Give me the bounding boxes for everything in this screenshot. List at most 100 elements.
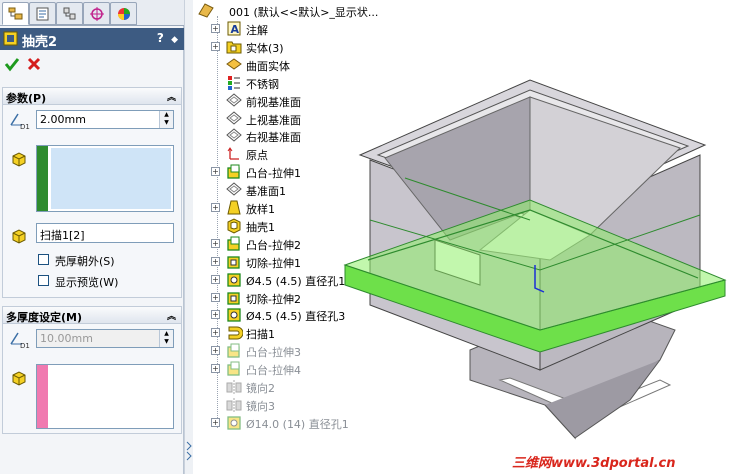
surface-bodies-icon	[225, 56, 243, 73]
cancel-x-icon[interactable]	[26, 56, 42, 72]
display-manager-icon	[118, 8, 130, 20]
tab-feature-manager[interactable]	[2, 2, 29, 25]
tree-item-label: 实体(3)	[246, 41, 284, 55]
tree-item-label: 基准面1	[246, 185, 286, 199]
panel-splitter[interactable]	[184, 0, 193, 474]
tree-item-label: 注解	[246, 24, 268, 37]
selected-faces-field[interactable]: 扫描1[2]	[36, 223, 174, 243]
configuration-icon	[63, 7, 76, 20]
extrude-boss-icon	[225, 163, 243, 180]
origin-icon	[225, 145, 243, 162]
tree-item-label: 镜向2	[246, 382, 275, 395]
expand-toggle-icon[interactable]: +	[211, 24, 220, 33]
multi-thickness-faces-list[interactable]	[36, 364, 174, 429]
annotation-icon: A	[225, 20, 243, 37]
collapse-chevron-icon[interactable]: ︽	[167, 90, 176, 103]
thickness-dimension-icon: D1	[10, 113, 30, 130]
extrude-boss-icon	[225, 235, 243, 252]
expand-toggle-icon[interactable]: +	[211, 346, 220, 356]
part-icon	[198, 3, 214, 18]
plane-icon	[225, 127, 243, 144]
tree-item-label: 镜向3	[246, 399, 275, 413]
tree-item-label: 凸台-拉伸4	[246, 364, 301, 378]
tree-item-label: 上视基准面	[246, 113, 301, 127]
show-preview-label: 显示预览(W)	[55, 276, 119, 289]
svg-text:D1: D1	[20, 342, 30, 349]
extrude-cut-icon	[225, 289, 243, 306]
crosshair-icon	[90, 7, 104, 21]
parameters-group-header[interactable]: 参数(P) ︽	[2, 87, 182, 105]
multi-thickness-spinbox[interactable]: 10.00mm ▲ ▼	[36, 329, 174, 348]
help-button[interactable]: ?	[157, 31, 164, 45]
hole-icon	[225, 414, 243, 431]
expand-toggle-icon[interactable]: +	[211, 238, 220, 248]
multi-thickness-group-header[interactable]: 多厚度设定(M) ︽	[2, 306, 182, 324]
thickness-value: 2.00mm	[40, 113, 86, 126]
shell-feature-icon	[3, 31, 18, 46]
thickness-spinbox[interactable]: 2.00mm ▲ ▼	[36, 110, 174, 129]
faces-to-remove-icon	[12, 152, 26, 167]
multi-thickness-group-body: D1 10.00mm ▲ ▼	[2, 324, 182, 434]
material-icon	[225, 74, 243, 91]
expand-toggle-icon[interactable]: +	[211, 364, 220, 374]
spin-arrows[interactable]: ▲ ▼	[159, 111, 173, 128]
extrude-boss-icon	[225, 360, 243, 377]
expand-toggle-icon[interactable]: +	[211, 310, 220, 320]
manager-tabs	[0, 0, 184, 26]
svg-text:D1: D1	[20, 123, 30, 130]
expand-toggle-icon[interactable]: +	[211, 292, 220, 302]
shell-outward-label: 壳厚朝外(S)	[55, 255, 115, 268]
loft-icon	[225, 199, 243, 216]
shell-outward-checkbox[interactable]: 壳厚朝外(S)	[38, 253, 168, 268]
tree-item-label: 放样1	[246, 203, 275, 216]
spin-arrows[interactable]: ▲ ▼	[159, 330, 173, 347]
tab-display-manager[interactable]	[110, 2, 137, 25]
extrude-cut-icon	[225, 253, 243, 270]
tab-dimxpert[interactable]	[83, 2, 110, 25]
faces-selected-icon	[12, 229, 26, 244]
svg-text:A: A	[231, 23, 240, 36]
expand-toggle-icon[interactable]: +	[211, 328, 220, 338]
feature-title: 抽壳2	[22, 35, 58, 50]
tree-item-label: 右视基准面	[246, 131, 301, 145]
site-watermark: 三维网www.3dportal.cn	[512, 456, 676, 471]
splitter-grip-icon	[186, 441, 192, 461]
tree-item-label: 扫描1	[246, 328, 275, 342]
tree-item-label: 凸台-拉伸3	[246, 346, 301, 360]
tab-configuration-manager[interactable]	[56, 2, 83, 25]
extrude-boss-icon	[225, 342, 243, 359]
expand-toggle-icon[interactable]: +	[211, 167, 220, 177]
tree-item-label: 原点	[246, 149, 268, 163]
tree-item-label: 抽壳1	[246, 220, 275, 234]
expand-toggle-icon[interactable]: +	[211, 203, 220, 212]
sweep-icon	[225, 324, 244, 341]
expand-toggle-icon[interactable]: +	[211, 274, 220, 284]
property-manager-panel: 抽壳2 ? ◆ 参数(P) ︽ D1 2.00mm ▲ ▼ 扫描1[2] 壳厚朝外…	[0, 0, 184, 474]
collapse-chevron-icon[interactable]: ︽	[167, 309, 176, 322]
3d-model-viewport[interactable]	[330, 60, 730, 460]
multi-thickness-faces-icon	[12, 371, 26, 386]
hole-icon	[225, 306, 243, 323]
expand-toggle-icon[interactable]: +	[211, 417, 220, 427]
shell-icon	[225, 217, 243, 234]
parameters-group-body: D1 2.00mm ▲ ▼ 扫描1[2] 壳厚朝外(S) 显示预览(W)	[2, 105, 182, 298]
plane-icon	[225, 110, 243, 127]
multi-thickness-value: 10.00mm	[40, 332, 93, 345]
tree-root-label: 001 (默认<<默认>_显示状...	[229, 6, 379, 19]
parameters-group-title: 参数(P)	[6, 92, 47, 105]
multi-thickness-group-title: 多厚度设定(M)	[6, 311, 83, 324]
tree-item-label: 切除-拉伸1	[246, 256, 301, 270]
tree-item-label: 前视基准面	[246, 95, 301, 109]
show-preview-checkbox[interactable]: 显示预览(W)	[38, 274, 168, 289]
ok-checkmark-icon[interactable]	[4, 56, 20, 72]
plane-icon	[225, 181, 243, 198]
expand-toggle-icon[interactable]: +	[211, 41, 220, 51]
faces-to-remove-list[interactable]	[36, 145, 174, 212]
hole-icon	[225, 271, 243, 288]
tree-item-label: 不锈钢	[246, 77, 279, 91]
pin-button[interactable]: ◆	[171, 35, 178, 45]
mirror-icon	[225, 396, 243, 413]
feature-title-bar: 抽壳2 ? ◆	[0, 28, 184, 50]
expand-toggle-icon[interactable]: +	[211, 256, 220, 266]
tab-property-manager[interactable]	[29, 2, 56, 25]
